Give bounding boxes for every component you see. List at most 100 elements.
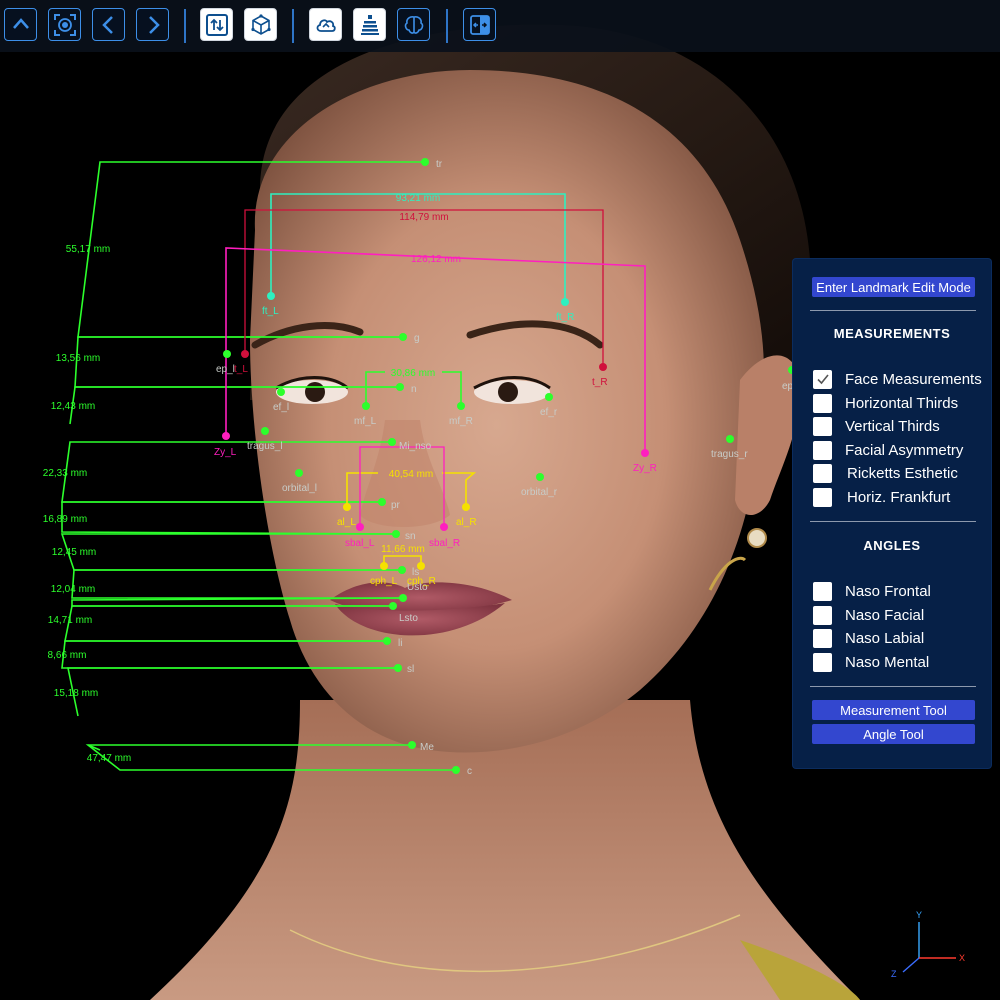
landmark-label: n (411, 384, 417, 395)
horizontal-thirds-option[interactable]: Horizontal Thirds (813, 392, 988, 414)
landmark-point (440, 523, 448, 531)
landmark-label: al_R (456, 517, 477, 528)
face-3d-viewport[interactable]: 55,17 mm 13,56 mm 12,43 mm 22,33 mm 16,89 mm… (0, 0, 1000, 1000)
check-icon (816, 374, 829, 385)
landmark-point (356, 523, 364, 531)
measurement-value: 22,33 mm (43, 468, 87, 479)
next-button[interactable] (136, 8, 169, 41)
measurement-value: 93,21 mm (396, 193, 440, 204)
measurement-value: 13,56 mm (56, 353, 100, 364)
checkbox[interactable] (813, 487, 832, 507)
landmark-label: Zy_R (633, 463, 657, 474)
landmark-label: sbal_L (345, 538, 375, 549)
measurement-value: 30,86 mm (391, 368, 435, 379)
landmark-label: g (414, 333, 420, 344)
naso-labial-option[interactable]: Naso Labial (813, 627, 988, 649)
face-shape (250, 70, 764, 753)
landmark-point (408, 741, 416, 749)
landmark-label: Mi_nso (399, 441, 432, 452)
naso-frontal-option[interactable]: Naso Frontal (813, 580, 988, 602)
measurement-value: 12,04 mm (51, 584, 95, 595)
angle-tool-button[interactable]: Angle Tool (812, 724, 975, 744)
previous-button[interactable] (92, 8, 125, 41)
brain-icon (404, 15, 423, 34)
z-axis-line (902, 957, 920, 973)
landmark-label: orbital_r (521, 487, 558, 498)
toolbar-separator (446, 9, 448, 43)
landmark-point (388, 438, 396, 446)
top-toolbar (0, 0, 1000, 52)
landmark-point (380, 562, 388, 570)
landmark-label: t_R (592, 377, 608, 388)
collapse-up-button[interactable] (4, 8, 37, 41)
landmark-label: li (398, 638, 402, 649)
landmark-point (267, 292, 275, 300)
landmark-point (378, 498, 386, 506)
landmark-point (726, 435, 734, 443)
checkbox[interactable] (813, 628, 832, 648)
x-axis-label: X (959, 953, 965, 963)
cloud-button[interactable] (309, 8, 342, 41)
toolbar-separator (184, 9, 186, 43)
measurement-value: 40,54 mm (389, 469, 433, 480)
measurement-value: 8,66 mm (48, 650, 87, 661)
landmark-point (383, 637, 391, 645)
checkbox[interactable] (813, 416, 832, 436)
measurements-heading: MEASUREMENTS (833, 326, 951, 341)
landmark-point (536, 473, 544, 481)
landmark-point (241, 350, 249, 358)
naso-mental-option[interactable]: Naso Mental (813, 651, 988, 673)
landmark-point (396, 383, 404, 391)
swap-button[interactable] (200, 8, 233, 41)
landmark-label: cph_L (370, 576, 398, 587)
checkbox[interactable] (813, 652, 832, 672)
option-label: Horizontal Thirds (845, 394, 959, 412)
checkbox[interactable] (813, 369, 832, 389)
option-label: Facial Asymmetry (845, 441, 964, 459)
ear-shape (735, 355, 801, 515)
landmark-label: ef_l (273, 402, 289, 413)
checkbox[interactable] (813, 581, 832, 601)
panel-divider (810, 686, 976, 687)
measurement-value: 114,79 mm (399, 212, 448, 223)
measurement-value: 47,47 mm (87, 753, 131, 764)
landmark-label: cph_R (407, 576, 436, 587)
face-measurements-option[interactable]: Face Measurements (813, 368, 988, 390)
focus-button[interactable] (48, 8, 81, 41)
landmark-label: ep_l (216, 364, 235, 375)
checkbox[interactable] (813, 440, 832, 460)
landmark-label: al_L (337, 517, 356, 528)
measurement-value: 12,43 mm (51, 401, 95, 412)
checkbox[interactable] (813, 393, 832, 413)
landmark-label: pr (391, 500, 401, 511)
chevron-left-icon (101, 15, 113, 34)
option-label: Horiz. Frankfurt (847, 488, 951, 506)
facial-asymmetry-option[interactable]: Facial Asymmetry (813, 439, 988, 461)
brain-button[interactable] (397, 8, 430, 41)
enter-landmark-edit-mode-button[interactable]: Enter Landmark Edit Mode (812, 277, 975, 297)
cube-view-button[interactable] (244, 8, 277, 41)
landmark-label: c (467, 766, 472, 777)
landmark-label: ft_R (556, 312, 574, 323)
option-label: Naso Facial (845, 606, 925, 624)
checkbox[interactable] (813, 463, 832, 483)
ricketts-esthetic-option[interactable]: Ricketts Esthetic (813, 462, 988, 484)
layers-button[interactable] (353, 8, 386, 41)
landmark-point (362, 402, 370, 410)
landmark-point (599, 363, 607, 371)
vertical-thirds-option[interactable]: Vertical Thirds (813, 415, 988, 437)
chevron-right-icon (148, 15, 160, 34)
horiz-frankfurt-option[interactable]: Horiz. Frankfurt (813, 486, 988, 508)
layers-icon (360, 14, 379, 35)
landmark-point (421, 158, 429, 166)
landmark-point (392, 530, 400, 538)
measurement-tool-button[interactable]: Measurement Tool (812, 700, 975, 720)
checkbox[interactable] (813, 605, 832, 625)
landmark-label: tragus_r (711, 449, 748, 460)
landmark-point (462, 503, 470, 511)
landmark-label: ft_L (262, 306, 279, 317)
focus-target-icon (53, 13, 76, 36)
cloud-icon (316, 18, 336, 32)
compare-button[interactable] (463, 8, 496, 41)
naso-facial-option[interactable]: Naso Facial (813, 604, 988, 626)
